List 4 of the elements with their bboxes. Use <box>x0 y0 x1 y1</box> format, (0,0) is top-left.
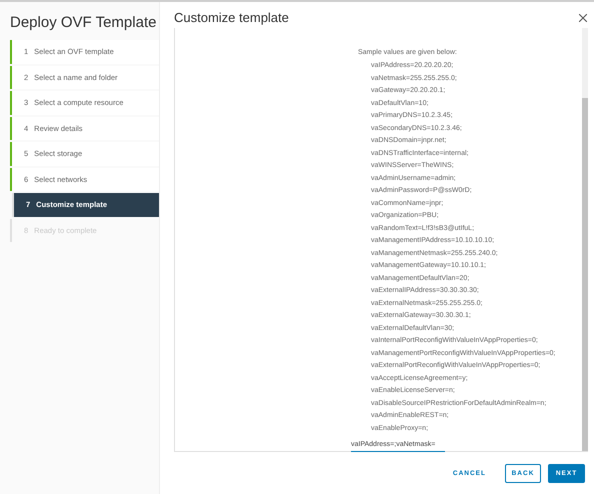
close-icon[interactable] <box>579 14 587 22</box>
page-title: Customize template <box>174 9 289 28</box>
wizard-title: Deploy OVF Template <box>9 13 158 33</box>
scrollbar[interactable] <box>582 28 588 451</box>
